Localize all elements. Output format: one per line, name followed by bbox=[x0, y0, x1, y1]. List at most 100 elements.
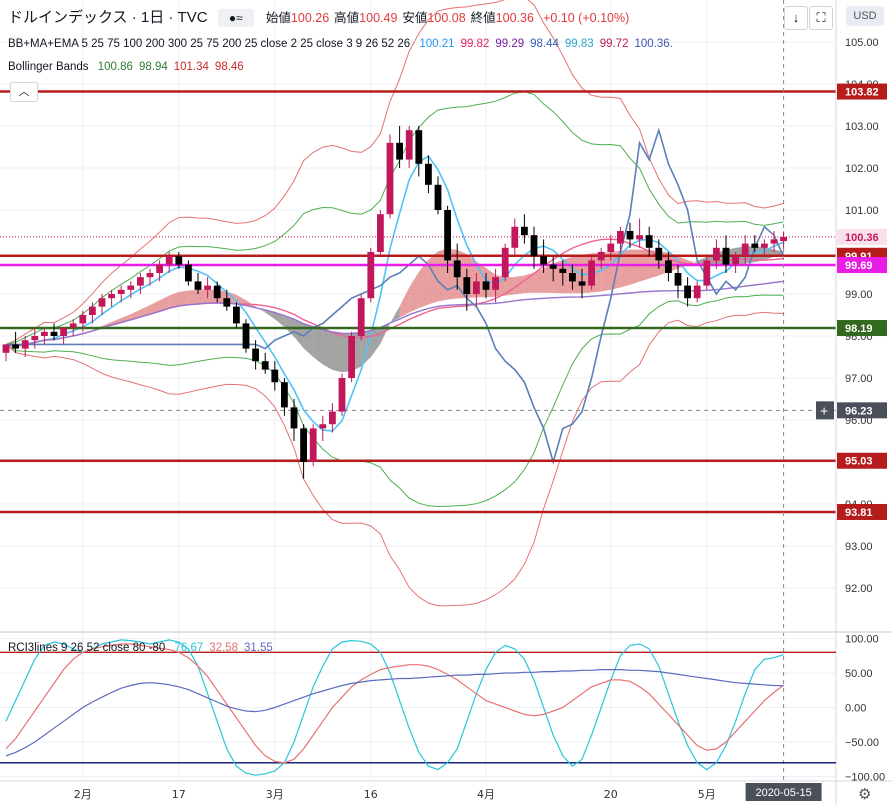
candle bbox=[271, 369, 279, 383]
arrow-down-icon[interactable]: ↓ bbox=[784, 6, 808, 30]
plus-icon: + bbox=[820, 402, 828, 418]
collapse-legend-button[interactable]: ︿ bbox=[10, 82, 38, 102]
bbma-value: 99.82 bbox=[460, 38, 490, 50]
candle bbox=[434, 184, 442, 210]
rci-indicator-label[interactable]: RCI3lines 9 26 52 close 80 -80 bbox=[8, 642, 165, 654]
rci-tick-label: −50.00 bbox=[845, 737, 879, 749]
candle bbox=[185, 264, 192, 282]
time-tick-label: 4月 bbox=[477, 788, 495, 801]
price-tick-label: 101.00 bbox=[845, 205, 879, 217]
cloud-segment bbox=[322, 329, 333, 370]
candle bbox=[290, 407, 298, 429]
bollinger-value: 101.34 bbox=[173, 61, 209, 73]
cloud-segment bbox=[313, 326, 323, 365]
candle bbox=[732, 256, 739, 265]
candle bbox=[492, 277, 499, 290]
time-tick-label: 16 bbox=[364, 788, 378, 801]
bollinger-indicator-label[interactable]: Bollinger Bands bbox=[8, 61, 89, 73]
candle bbox=[21, 340, 29, 349]
cloud-segment bbox=[178, 290, 189, 306]
bollinger-lower-line bbox=[5, 311, 784, 607]
candle bbox=[770, 239, 778, 244]
candle bbox=[597, 252, 605, 261]
cloud-segment bbox=[409, 271, 419, 313]
candle bbox=[693, 285, 701, 299]
candle bbox=[559, 268, 567, 273]
candle bbox=[98, 298, 106, 307]
bbma-value: 99.29 bbox=[495, 38, 525, 50]
bbma-value: 98.44 bbox=[530, 38, 559, 50]
price-tick-label: 105.00 bbox=[845, 37, 879, 49]
candle bbox=[117, 289, 125, 294]
candle bbox=[79, 315, 87, 324]
candle bbox=[89, 306, 96, 315]
candle bbox=[722, 247, 730, 265]
date-tag-label: 2020-05-15 bbox=[755, 787, 811, 799]
ohlc-value: 100.36 bbox=[495, 11, 534, 25]
bbma-value: 100.21 bbox=[419, 38, 455, 50]
time-axis: 2月 17 3月 16 4月 20 5月 2020-05-15 ⚙ bbox=[74, 783, 871, 803]
bollinger-value: 100.86 bbox=[97, 61, 133, 73]
candle bbox=[137, 277, 144, 286]
candle bbox=[60, 327, 67, 336]
rci-tick-label: 50.00 bbox=[845, 668, 873, 680]
candle bbox=[444, 210, 451, 261]
candle bbox=[127, 285, 135, 290]
symbol-title[interactable]: ドルインデックス · 1日 · TVC bbox=[8, 9, 208, 26]
candle bbox=[751, 243, 759, 248]
time-tick-label: 20 bbox=[604, 788, 618, 801]
candle bbox=[348, 336, 355, 378]
rci-tick-label: 0.00 bbox=[845, 703, 866, 715]
ohlc-value: 100.49 bbox=[359, 11, 398, 25]
bbma-indicator-label[interactable]: BB+MA+EMA 5 25 75 100 200 300 25 75 200 … bbox=[8, 38, 410, 50]
cloud-segment bbox=[198, 289, 208, 304]
candle bbox=[261, 361, 269, 370]
candle bbox=[501, 247, 509, 278]
time-tick-label: 17 bbox=[172, 788, 186, 801]
ohlc-item: 始値100.26 bbox=[266, 11, 329, 25]
candle bbox=[473, 281, 480, 294]
bbma-value: 99.83 bbox=[564, 38, 594, 50]
candle bbox=[31, 336, 39, 341]
cloud-segment bbox=[399, 287, 410, 318]
eye-icon[interactable]: ●≈ bbox=[217, 9, 254, 28]
rci-tick-label: −100.00 bbox=[845, 772, 885, 784]
currency-badge[interactable]: USD bbox=[846, 6, 884, 26]
rci-value: 32.58 bbox=[209, 642, 239, 654]
rci-series-line bbox=[5, 643, 784, 764]
ohlc-label: 高値 bbox=[334, 11, 360, 25]
price-tick-label: 99.00 bbox=[845, 289, 873, 301]
bbma-value: 99.72 bbox=[599, 38, 629, 50]
candle bbox=[223, 298, 231, 307]
candle bbox=[338, 378, 346, 412]
rci-value: 31.55 bbox=[244, 642, 273, 654]
candle bbox=[108, 294, 115, 299]
candle bbox=[12, 344, 19, 349]
ohlc-item: 安値100.08 bbox=[402, 11, 465, 25]
candle bbox=[780, 236, 787, 242]
chart-canvas[interactable]: 92.0093.0094.0095.0096.0097.0098.0099.00… bbox=[0, 0, 892, 805]
price-tick-label: 92.00 bbox=[845, 583, 873, 595]
price-tick-label: 103.00 bbox=[845, 121, 879, 133]
rci-pane: −100.00 −50.00 0.00 50.00 100.00 bbox=[0, 634, 885, 784]
candle bbox=[194, 281, 202, 290]
candle bbox=[626, 231, 634, 240]
candle bbox=[453, 260, 461, 278]
candle bbox=[665, 260, 672, 273]
grid bbox=[0, 0, 836, 780]
ohlc-item: 終値100.36 bbox=[471, 11, 534, 25]
bollinger-value: 98.94 bbox=[138, 61, 168, 73]
candle bbox=[521, 226, 528, 236]
candle bbox=[540, 256, 547, 265]
candle bbox=[405, 130, 413, 160]
price-tick-label: 102.00 bbox=[845, 163, 879, 175]
price-level-tag-label: 95.03 bbox=[845, 456, 873, 468]
moving-averages bbox=[5, 127, 785, 465]
fullscreen-icon[interactable]: ⛶ bbox=[809, 6, 833, 30]
candle bbox=[588, 260, 595, 286]
settings-gear-icon[interactable]: ⚙ bbox=[858, 786, 871, 803]
candle bbox=[252, 348, 259, 362]
candle bbox=[165, 256, 173, 265]
rci-tick-label: 100.00 bbox=[845, 634, 879, 646]
candle bbox=[50, 331, 58, 336]
